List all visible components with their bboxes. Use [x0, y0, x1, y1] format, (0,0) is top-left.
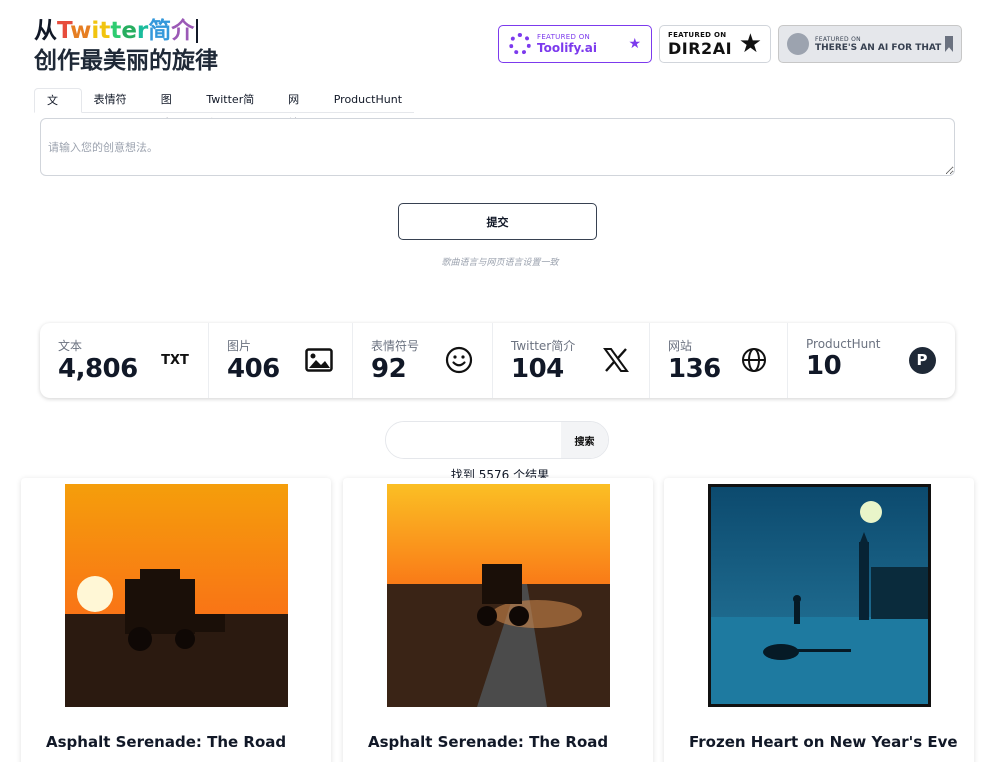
- title-rainbow-word: Twitter简介: [57, 16, 194, 46]
- smiley-icon: [444, 345, 474, 375]
- hand-logo-icon: [787, 33, 809, 55]
- featured-badges: FEATURED ON Toolify.ai ★ FEATURED ON DIR…: [498, 25, 962, 63]
- toolify-logo-icon: [509, 33, 531, 55]
- x-logo-icon: [601, 345, 631, 375]
- hero-title: 从 Twitter简介 创作最美丽的旋律: [34, 16, 218, 76]
- title-prefix: 从: [34, 18, 57, 44]
- stat-website: 网站 136: [650, 323, 788, 398]
- theresanaiforthat-badge[interactable]: FEATURED ON THERE'S AN AI FOR THAT: [778, 25, 962, 63]
- star-icon: ★: [628, 36, 641, 52]
- title-char: e: [121, 18, 137, 44]
- song-card[interactable]: Frozen Heart on New Year's Eve: [664, 478, 974, 762]
- title-char: 介: [171, 18, 195, 44]
- song-cover-image[interactable]: [65, 484, 288, 707]
- idea-input[interactable]: [40, 118, 955, 176]
- mode-tabs: 文本 表情符号 图片 Twitter简介 网站 ProductHunt: [34, 88, 414, 131]
- stat-image: 图片 406: [209, 323, 353, 398]
- search-bar: 搜索: [385, 421, 609, 459]
- song-card[interactable]: Asphalt Serenade: The Road: [343, 478, 653, 762]
- image-icon: [304, 345, 334, 375]
- title-char: t: [99, 18, 111, 44]
- page-subtitle: 创作最美丽的旋律: [34, 48, 218, 74]
- tab-text[interactable]: 文本: [34, 88, 82, 131]
- stats-panel: 文本 4,806 TXT 图片 406 表情符号 92 Twitter简介 10…: [40, 323, 955, 398]
- stat-twitter-bio: Twitter简介 104: [493, 323, 650, 398]
- producthunt-icon: P: [907, 345, 937, 375]
- stat-producthunt: ProductHunt 10 P: [788, 323, 955, 398]
- toolify-featured-label: FEATURED ON: [537, 33, 591, 41]
- producthunt-letter: P: [908, 346, 936, 374]
- dir2ai-name: DIR2AI: [668, 38, 733, 58]
- star-icon: ★: [738, 29, 762, 59]
- title-char: t: [110, 18, 122, 44]
- tab-emoji[interactable]: 表情符号: [82, 88, 149, 130]
- typing-cursor: [196, 19, 199, 43]
- tab-twitter-bio[interactable]: Twitter简介: [194, 88, 276, 130]
- search-input[interactable]: [386, 422, 561, 458]
- song-cover-image[interactable]: [387, 484, 610, 707]
- aiforthat-featured-label: FEATURED ON: [815, 35, 861, 43]
- song-cover-image[interactable]: [708, 484, 931, 707]
- tab-producthunt[interactable]: ProductHunt: [322, 88, 414, 113]
- stat-value: 136: [668, 354, 721, 384]
- stat-emoji: 表情符号 92: [353, 323, 493, 398]
- tab-website[interactable]: 网站: [276, 88, 322, 130]
- globe-icon: [739, 345, 769, 375]
- song-title[interactable]: Asphalt Serenade: The Road: [46, 733, 286, 751]
- aiforthat-name: THERE'S AN AI FOR THAT: [815, 42, 942, 53]
- song-title[interactable]: Frozen Heart on New Year's Eve: [689, 733, 958, 751]
- bookmark-icon: [945, 36, 953, 52]
- title-char: r: [136, 18, 149, 44]
- language-hint: 歌曲语言与网页语言设置一致: [441, 258, 559, 268]
- submit-button[interactable]: 提交: [398, 203, 597, 240]
- dir2ai-featured-label: FEATURED ON: [668, 30, 727, 39]
- title-char: T: [57, 18, 71, 44]
- search-button[interactable]: 搜索: [561, 422, 608, 458]
- toolify-badge[interactable]: FEATURED ON Toolify.ai ★: [498, 25, 652, 63]
- title-line1: 从 Twitter简介: [34, 16, 218, 46]
- title-char: 简: [148, 18, 172, 44]
- dir2ai-badge[interactable]: FEATURED ON DIR2AI ★: [659, 25, 771, 63]
- stat-label: 网站: [668, 339, 693, 353]
- song-card[interactable]: Asphalt Serenade: The Road: [21, 478, 331, 762]
- stat-text: 文本 4,806 TXT: [40, 323, 209, 398]
- txt-icon: TXT: [161, 352, 189, 368]
- title-char: w: [70, 18, 92, 44]
- song-title[interactable]: Asphalt Serenade: The Road: [368, 733, 608, 751]
- tab-image[interactable]: 图片: [149, 88, 195, 130]
- toolify-name: Toolify.ai: [537, 41, 598, 55]
